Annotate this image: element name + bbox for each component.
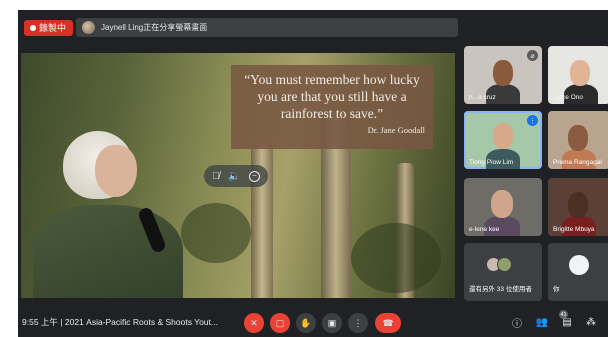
bottom-bar: 9:55 上午 | 2021 Asia-Pacific Roots & Shoo… [18,308,608,337]
participant-name: n...o cruz [469,94,496,101]
people-icon[interactable]: 👥 [535,315,549,329]
meeting-info: 9:55 上午 | 2021 Asia-Pacific Roots & Shoo… [22,316,218,328]
mic-off-icon[interactable]: 🎙̸ [212,171,220,182]
presenter-text: Jaynell Ling正在分享螢幕畫面 [101,23,208,32]
presenter-banner: Jaynell Ling正在分享螢幕畫面 [76,18,458,37]
participant-name: ...nce Ono [553,94,583,101]
mic-off-icon: ⌀ [527,50,538,61]
more-participants-tile[interactable]: 還有另外 33 位使用者 [464,243,542,301]
presentation-hover-controls: 🎙̸ 🔈 − [204,165,268,187]
participant-name: Tiong Piow Lim [469,159,514,166]
participant-name: e-lene kee [469,226,500,233]
participant-tile[interactable]: Prema Rangagal [548,111,608,169]
participant-tile[interactable]: Brigitte Mbuya [548,178,608,236]
recording-label: 錄製中 [39,23,67,33]
participant-tile[interactable]: ⋮ Tiong Piow Lim [464,111,542,169]
participant-name: Brigitte Mbuya [553,226,595,233]
participant-tile[interactable]: e-lene kee [464,178,542,236]
presenter-avatar [82,21,95,34]
self-tile[interactable]: 你 [548,243,608,301]
camera-off-icon[interactable]: ▢ [270,313,290,333]
foliage [181,203,251,263]
separator: | [60,317,63,327]
participant-avatars [486,257,512,272]
speaking-icon: ⋮ [527,115,538,126]
recording-dot-icon [30,25,36,31]
self-label: 你 [553,286,560,293]
quote-author: Dr. Jane Goodall [367,125,425,135]
info-icon[interactable]: ⓘ [510,315,524,330]
participant-name: Prema Rangagal [553,159,602,166]
activities-icon[interactable]: ⁂ [584,315,598,329]
presentation-area: “You must remember how lucky you are tha… [21,53,455,298]
participant-tile[interactable]: ⌀ n...o cruz [464,46,542,104]
mic-off-icon[interactable]: ✕ [244,313,264,333]
meeting-title: 2021 Asia-Pacific Roots & Shoots Yout... [64,317,218,327]
meet-window: 錄製中 Jaynell Ling正在分享螢幕畫面 “You must remem… [18,10,608,337]
volume-icon[interactable]: 🔈 [228,171,240,182]
more-options-icon[interactable]: ⋮ [348,313,368,333]
more-participants-label: 還有另外 33 位使用者 [469,286,532,293]
raise-hand-icon[interactable]: ✋ [296,313,316,333]
chat-icon[interactable]: ▤ [560,315,574,329]
foliage [351,223,441,293]
speaker-photo [33,123,183,298]
meeting-time: 9:55 上午 [22,317,58,327]
end-call-icon[interactable]: ☎ [375,313,401,333]
participant-tile[interactable]: ...nce Ono [548,46,608,104]
top-bar: 錄製中 Jaynell Ling正在分享螢幕畫面 [18,10,608,44]
minus-icon[interactable]: − [248,170,260,182]
quote-text: “You must remember how lucky you are tha… [244,72,420,121]
recording-badge: 錄製中 [24,20,74,36]
present-screen-icon[interactable]: ▣ [322,313,342,333]
quote-box: “You must remember how lucky you are tha… [231,65,433,149]
